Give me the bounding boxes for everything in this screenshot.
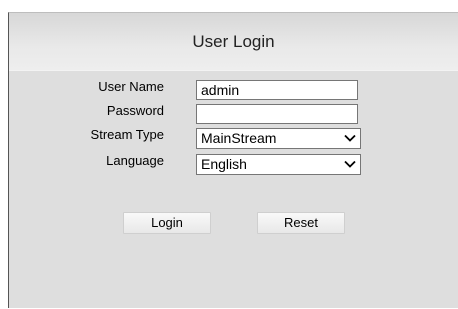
reset-button[interactable]: Reset — [257, 212, 345, 234]
username-label: User Name — [98, 79, 164, 94]
chevron-down-icon — [344, 134, 356, 142]
language-value: English — [201, 156, 247, 172]
stream-type-value: MainStream — [201, 130, 277, 146]
password-label: Password — [106, 103, 164, 118]
password-field[interactable] — [196, 104, 358, 124]
chevron-down-icon — [344, 160, 356, 168]
login-button[interactable]: Login — [123, 212, 211, 234]
login-header: User Login — [9, 13, 458, 71]
stream-type-label: Stream Type — [90, 127, 164, 142]
page-title: User Login — [192, 32, 275, 51]
language-label: Language — [106, 153, 164, 168]
username-field[interactable]: admin — [196, 80, 358, 100]
language-select[interactable]: English — [196, 154, 361, 175]
login-panel: User Login User Name admin Password Stre… — [8, 12, 458, 308]
stream-type-select[interactable]: MainStream — [196, 128, 361, 149]
